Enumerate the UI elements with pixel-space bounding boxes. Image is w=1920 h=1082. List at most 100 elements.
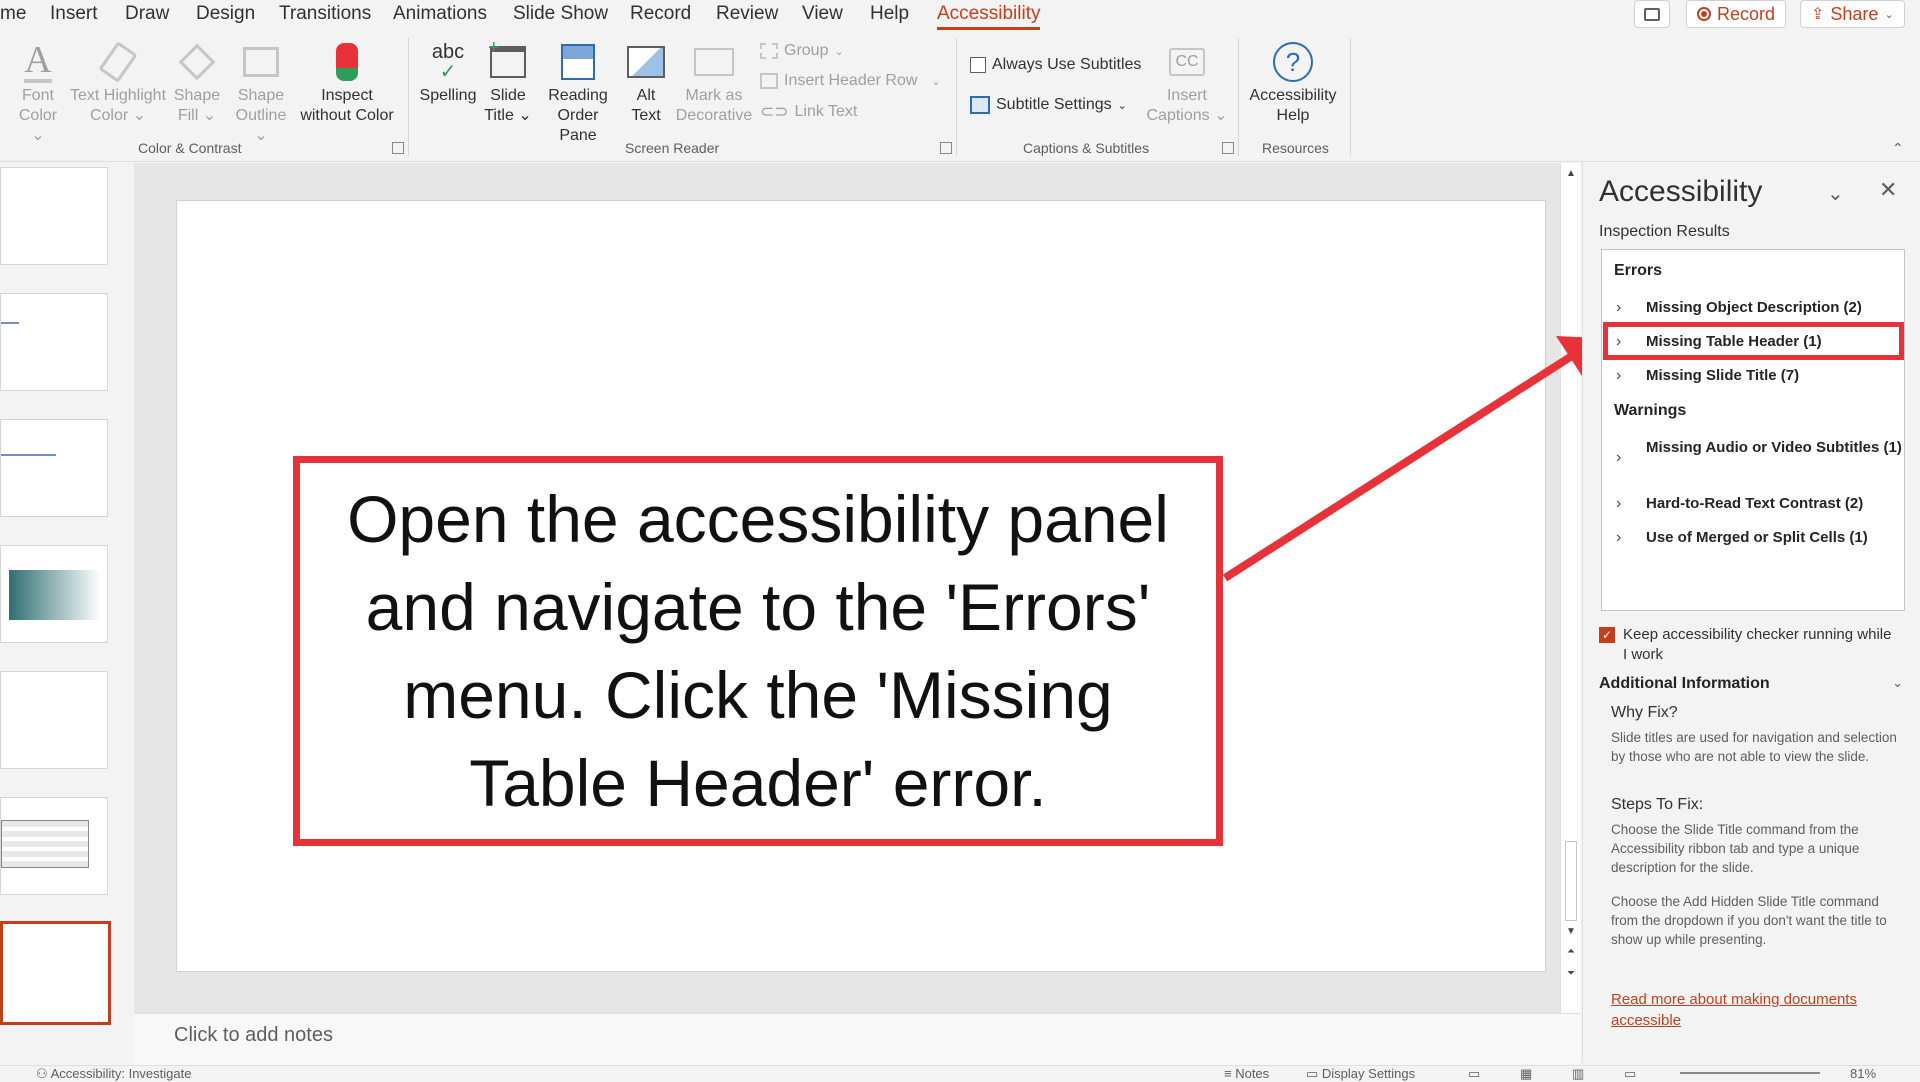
warning-label: Use of Merged or Split Cells (1) xyxy=(1646,529,1868,546)
shape-fill-button[interactable]: Shape Fill ⌄ xyxy=(172,40,222,126)
tab-animations[interactable]: Animations xyxy=(393,3,487,25)
tab-home[interactable]: me xyxy=(0,3,26,25)
accessibility-pane: Accessibility ⌄ ✕ Inspection Results Err… xyxy=(1582,163,1920,1063)
additional-info-label: Additional Information xyxy=(1599,675,1770,692)
screen-reader-launcher[interactable] xyxy=(940,142,952,154)
steps-text-1: Choose the Slide Title command from the … xyxy=(1611,822,1860,875)
collapse-ribbon-icon[interactable]: ⌃ xyxy=(1892,140,1904,157)
slide-thumbnail[interactable] xyxy=(0,797,108,895)
ribbon-separator xyxy=(956,38,957,156)
checkbox-checked-icon: ✓ xyxy=(1599,627,1615,643)
pane-title: Accessibility xyxy=(1599,175,1763,208)
tab-accessibility[interactable]: Accessibility xyxy=(937,3,1041,30)
chevron-right-icon: › xyxy=(1616,299,1622,316)
scrollbar-thumb[interactable] xyxy=(1565,841,1577,921)
tab-review[interactable]: Review xyxy=(716,3,778,25)
warning-merged-cells[interactable]: › Use of Merged or Split Cells (1) xyxy=(1602,528,1904,548)
group-button[interactable]: Group ⌄ xyxy=(760,42,844,60)
reading-order-label-2: Order Pane xyxy=(557,107,599,144)
link-icon: ⊂⊃ xyxy=(760,102,789,121)
close-icon[interactable]: ✕ xyxy=(1879,177,1897,203)
reading-order-label-1: Reading xyxy=(548,87,608,104)
notes-button[interactable]: ≡ Notes xyxy=(1224,1066,1269,1081)
powerpoint-window: me Insert Draw Design Transitions Animat… xyxy=(0,0,1920,1081)
keep-running-checkbox[interactable]: ✓ Keep accessibility checker running whi… xyxy=(1599,625,1899,665)
resources-group-label: Resources xyxy=(1262,140,1329,156)
insert-captions-label-2: Captions ⌄ xyxy=(1146,107,1228,124)
tab-record[interactable]: Record xyxy=(630,3,691,25)
insert-captions-button[interactable]: CC Insert Captions ⌄ xyxy=(1142,40,1232,126)
checkbox-unchecked xyxy=(970,57,986,73)
reading-order-icon xyxy=(538,40,618,84)
insert-header-row-button[interactable]: Insert Header Row ⌄ xyxy=(760,72,941,90)
share-icon: ⇪ xyxy=(1811,6,1825,23)
inspect-without-color-button[interactable]: Inspect without Color xyxy=(296,40,398,126)
inspect-label-2: without Color xyxy=(300,107,394,124)
next-slide-icon[interactable]: ⏷ xyxy=(1564,967,1578,981)
record-button[interactable]: Record xyxy=(1686,0,1787,28)
chevron-right-icon: › xyxy=(1616,495,1622,512)
scroll-down-icon[interactable]: ▼ xyxy=(1564,925,1578,939)
error-missing-object-description[interactable]: › Missing Object Description (2) xyxy=(1602,298,1904,318)
scroll-up-icon[interactable]: ▲ xyxy=(1564,167,1578,181)
tab-help[interactable]: Help xyxy=(870,3,909,25)
shape-outline-button[interactable]: Shape Outline ⌄ xyxy=(228,40,294,146)
slide-scrollbar[interactable]: ▲ ▼ ⏶ ⏷ xyxy=(1560,163,1580,1013)
chevron-down-icon: ⌄ xyxy=(1892,675,1903,690)
error-missing-slide-title[interactable]: › Missing Slide Title (7) xyxy=(1602,366,1904,386)
tab-insert[interactable]: Insert xyxy=(50,3,98,25)
link-text-button[interactable]: ⊂⊃ Link Text xyxy=(760,102,857,122)
read-more-link[interactable]: Read more about making documents accessi… xyxy=(1611,989,1901,1031)
slide-thumbnail[interactable] xyxy=(0,293,108,391)
insert-header-row-label: Insert Header Row xyxy=(784,72,918,89)
additional-info-header[interactable]: Additional Information ⌄ xyxy=(1599,675,1903,693)
slide-thumbnail-selected[interactable] xyxy=(0,921,111,1025)
font-color-label-1: Font xyxy=(21,87,54,104)
chevron-right-icon: › xyxy=(1616,367,1622,384)
steps-text-2: Choose the Add Hidden Slide Title comman… xyxy=(1611,894,1887,947)
group-label: Group xyxy=(784,42,829,59)
tab-slide-show[interactable]: Slide Show xyxy=(513,3,608,25)
slide-title-label-2: Title ⌄ xyxy=(484,107,532,124)
pane-options-icon[interactable]: ⌄ xyxy=(1827,181,1844,206)
inspection-results-label: Inspection Results xyxy=(1599,223,1730,240)
notes-placeholder: Click to add notes xyxy=(174,1024,333,1046)
text-highlight-button[interactable]: Text Highlight Color ⌄ xyxy=(68,40,168,126)
always-use-subtitles-label: Always Use Subtitles xyxy=(992,56,1142,73)
notes-pane[interactable]: Click to add notes xyxy=(134,1013,1580,1065)
chevron-down-icon: ⌄ xyxy=(1884,8,1894,21)
slide-thumbnail[interactable] xyxy=(0,419,108,517)
alt-text-button[interactable]: Alt Text xyxy=(620,40,672,126)
comments-button[interactable] xyxy=(1634,0,1670,28)
slide-thumbnail[interactable] xyxy=(0,671,108,769)
color-contrast-launcher[interactable] xyxy=(392,142,404,154)
traffic-light-icon xyxy=(296,40,398,84)
always-use-subtitles-checkbox[interactable]: Always Use Subtitles xyxy=(970,56,1141,74)
accessibility-help-button[interactable]: ? Accessibility Help xyxy=(1246,40,1340,126)
zoom-slider[interactable] xyxy=(1680,1072,1820,1074)
record-icon xyxy=(1697,7,1711,21)
tab-transitions[interactable]: Transitions xyxy=(279,3,371,25)
zoom-level[interactable]: 81% xyxy=(1850,1066,1876,1081)
captions-launcher[interactable] xyxy=(1222,142,1234,154)
font-color-button[interactable]: A Font Color ⌄ xyxy=(10,40,66,146)
warning-missing-subtitles[interactable]: › Missing Audio or Video Subtitles (1) xyxy=(1602,438,1904,466)
subtitle-settings-button[interactable]: Subtitle Settings ⌄ xyxy=(970,96,1127,114)
ribbon-separator xyxy=(1350,38,1351,156)
slide-title-button[interactable]: + Slide Title ⌄ xyxy=(482,38,534,126)
tab-view[interactable]: View xyxy=(802,3,843,25)
warning-text-contrast[interactable]: › Hard-to-Read Text Contrast (2) xyxy=(1602,494,1904,514)
reading-order-pane-button[interactable]: Reading Order Pane xyxy=(538,40,618,146)
tab-draw[interactable]: Draw xyxy=(125,3,169,25)
previous-slide-icon[interactable]: ⏶ xyxy=(1564,945,1578,959)
share-button[interactable]: ⇪ Share ⌄ xyxy=(1800,0,1905,28)
slide-title-label-1: Slide xyxy=(490,87,526,104)
warning-label: Missing Audio or Video Subtitles (1) xyxy=(1646,439,1902,456)
spelling-button[interactable]: abc ✓ Spelling xyxy=(418,40,478,106)
alt-text-label-2: Text xyxy=(631,107,661,124)
subtitle-settings-icon xyxy=(970,96,990,114)
slide-thumbnail[interactable] xyxy=(0,545,108,643)
slide-thumbnail[interactable] xyxy=(0,167,108,265)
tab-design[interactable]: Design xyxy=(196,3,255,25)
mark-decorative-button[interactable]: Mark as Decorative xyxy=(672,40,756,126)
